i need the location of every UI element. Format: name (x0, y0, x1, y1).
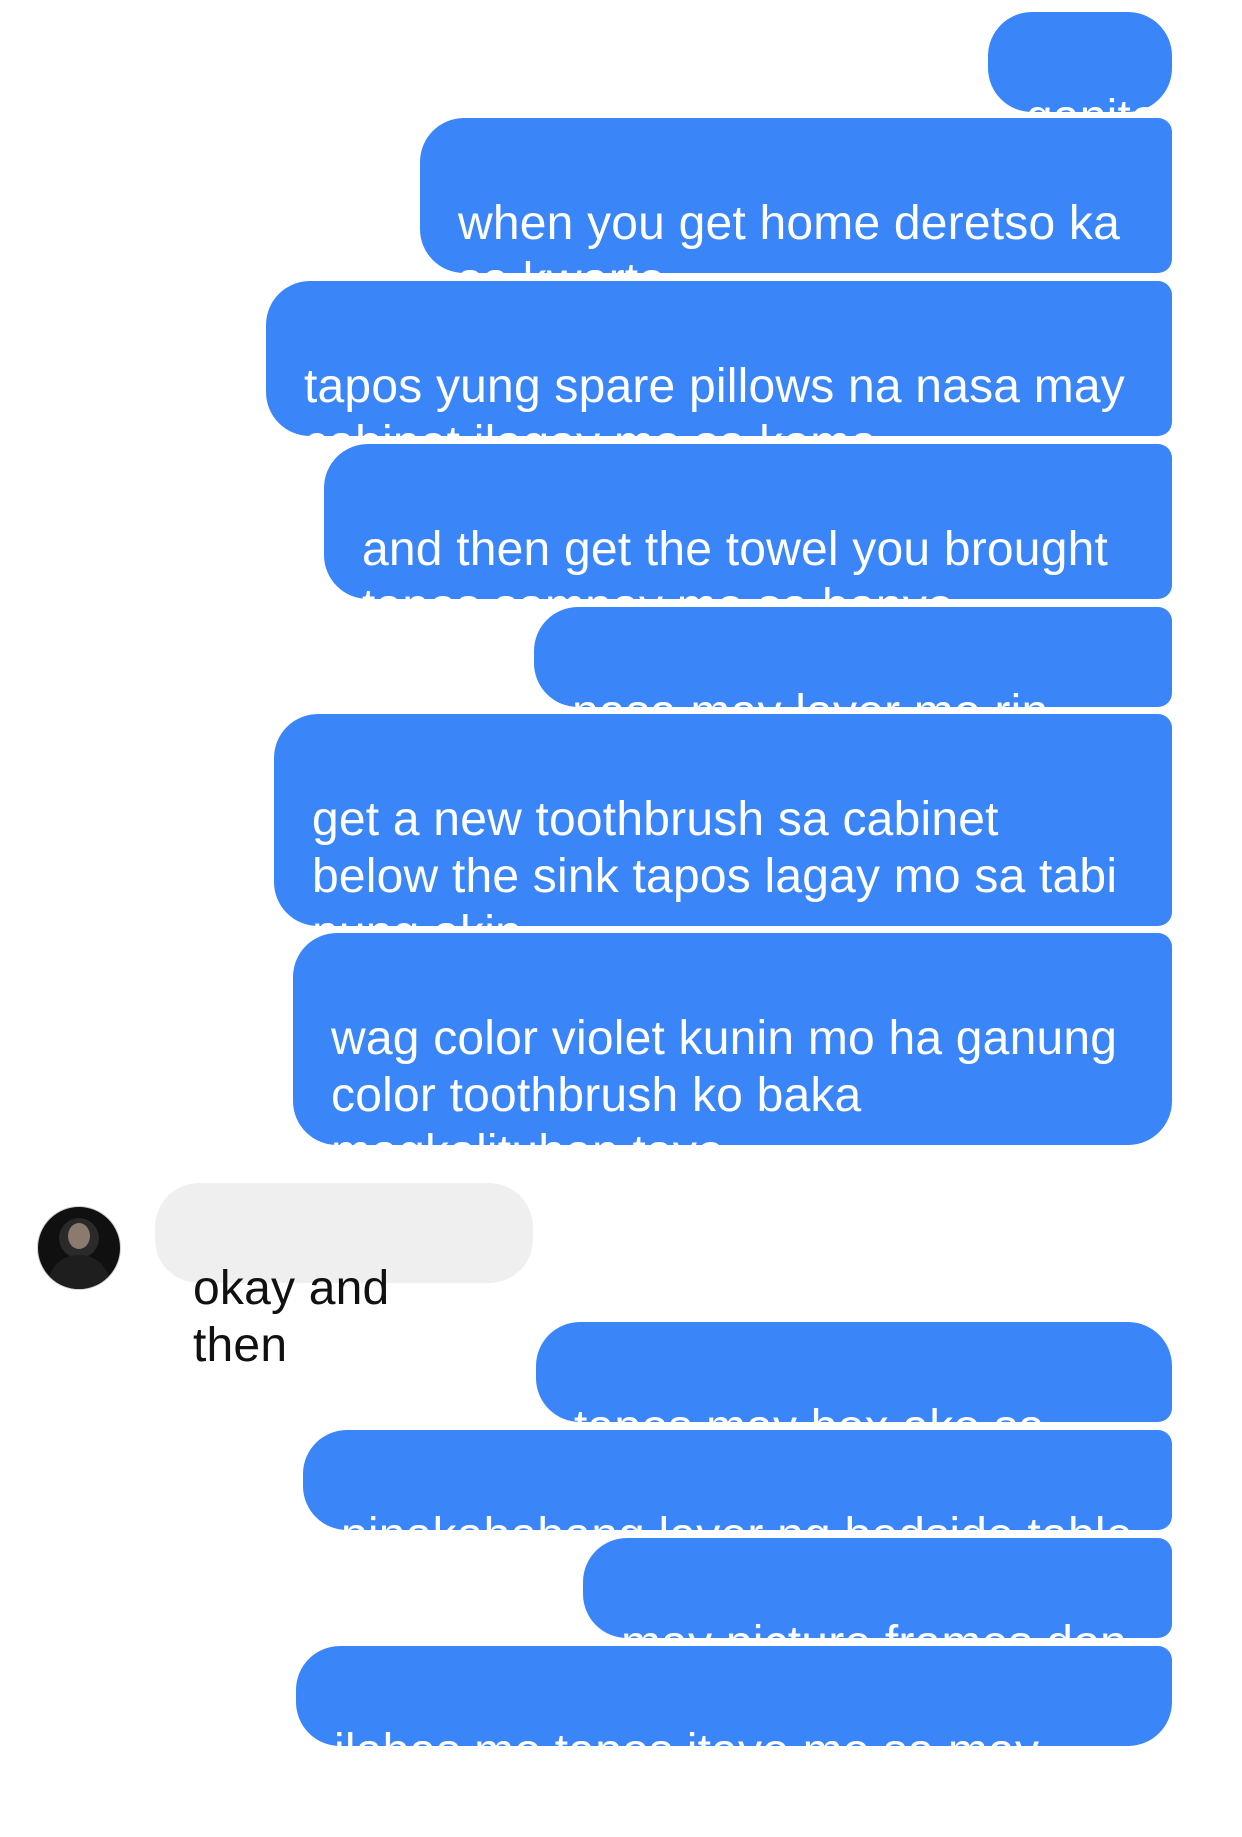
outgoing-message[interactable]: ilabas mo tapos itayo mo sa may sala (296, 1646, 1172, 1835)
outgoing-message[interactable]: and then get the towel you brought tapos… (324, 444, 1172, 633)
message-text: wag color violet kunin mo ha ganung colo… (331, 1012, 1118, 1179)
outgoing-message[interactable]: tapos may box ako sa ano (536, 1322, 1172, 1511)
contact-avatar-icon[interactable] (37, 1206, 121, 1290)
incoming-message[interactable]: okay and then (155, 1183, 533, 1372)
outgoing-message[interactable]: ganito (988, 12, 1172, 144)
outgoing-message[interactable]: when you get home deretso ka sa kwarto (420, 118, 1172, 307)
outgoing-message[interactable]: tapos yung spare pillows na nasa may cab… (266, 281, 1172, 470)
outgoing-message[interactable]: pinakababang layer ng bedside table (303, 1430, 1172, 1562)
outgoing-message[interactable]: wag color violet kunin mo ha ganung colo… (293, 933, 1172, 1179)
message-text: ilabas mo tapos itayo mo sa may sala (334, 1725, 1040, 1835)
avatar-shoulders (48, 1255, 110, 1289)
avatar-head (68, 1223, 90, 1249)
outgoing-message[interactable]: may picture frames don (583, 1538, 1172, 1670)
outgoing-message[interactable]: nasa may layer mo rin yun (534, 607, 1172, 796)
outgoing-message[interactable]: get a new toothbrush sa cabinet below th… (274, 714, 1172, 960)
message-text: okay and then (193, 1262, 390, 1372)
